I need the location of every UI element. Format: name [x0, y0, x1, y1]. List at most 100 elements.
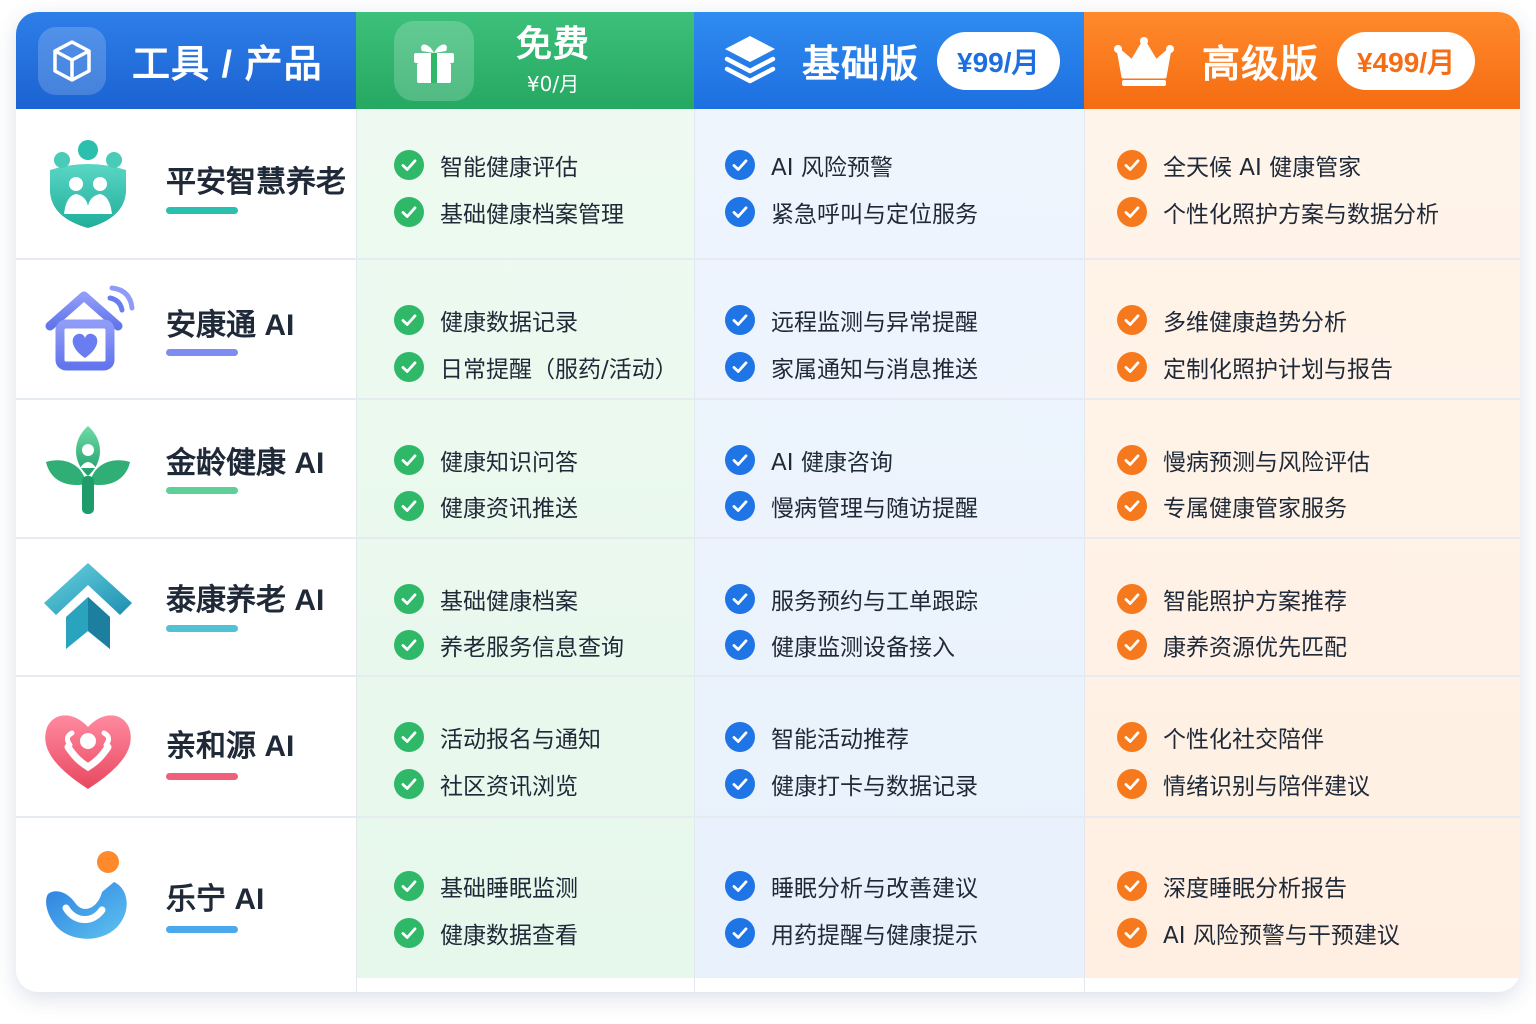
- check-icon: [725, 918, 755, 948]
- tool-name-underline: [166, 487, 238, 494]
- check-icon: [1117, 769, 1147, 799]
- tool-name: 泰康养老 AI: [166, 584, 325, 617]
- check-icon: [394, 918, 424, 948]
- check-icon: [394, 352, 424, 382]
- feature-text: 健康资讯推送: [440, 496, 578, 522]
- feature-text: 健康监测设备接入: [771, 635, 955, 661]
- tool-cell: 金龄健康 AI: [16, 400, 356, 537]
- check-icon: [394, 584, 424, 614]
- tool-name-underline: [166, 349, 238, 356]
- table-row: 安康通 AI 健康数据记录 日常提醒（服药/活动） 远程监测与异常提醒 家属通知…: [16, 260, 1520, 398]
- feature-text: 用药提醒与健康提示: [771, 923, 978, 949]
- free-plan-title: 免费: [516, 23, 591, 64]
- tool-cell: 亲和源 AI: [16, 677, 356, 816]
- feature-text: 活动报名与通知: [440, 727, 601, 753]
- feature-text: AI 风险预警与干预建议: [1163, 923, 1400, 949]
- check-icon: [394, 150, 424, 180]
- check-icon: [1117, 197, 1147, 227]
- check-icon: [394, 871, 424, 901]
- check-icon: [725, 722, 755, 752]
- feature-text: 健康知识问答: [440, 450, 578, 476]
- tool-name-underline: [166, 207, 238, 214]
- feature-text: 康养资源优先匹配: [1163, 635, 1347, 661]
- check-icon: [394, 305, 424, 335]
- check-icon: [1117, 722, 1147, 752]
- check-icon: [725, 352, 755, 382]
- heart-hands-icon: [40, 701, 136, 797]
- table-row: 亲和源 AI 活动报名与通知 社区资讯浏览 智能活动推荐 健康打卡与数据记录 个…: [16, 677, 1520, 816]
- check-icon: [394, 769, 424, 799]
- cube-icon: [38, 26, 106, 95]
- check-icon: [725, 305, 755, 335]
- pro-plan-price: ¥499/月: [1337, 31, 1476, 90]
- feature-text: 个性化照护方案与数据分析: [1163, 202, 1439, 228]
- feature-text: AI 健康咨询: [771, 450, 893, 476]
- header-tool-column: 工具 / 产品: [16, 12, 356, 109]
- feature-text: 基础健康档案: [440, 589, 578, 615]
- check-icon: [725, 584, 755, 614]
- check-icon: [725, 630, 755, 660]
- check-icon: [725, 197, 755, 227]
- tool-name: 金龄健康 AI: [166, 447, 325, 480]
- feature-text: 基础健康档案管理: [440, 202, 624, 228]
- sprout-person-icon: [40, 422, 136, 518]
- smart-home-heart-icon: [40, 282, 136, 378]
- check-icon: [725, 445, 755, 475]
- feature-text: 智能活动推荐: [771, 727, 909, 753]
- tool-cell: 乐宁 AI: [16, 818, 356, 980]
- feature-text: 健康打卡与数据记录: [771, 774, 978, 800]
- tool-name: 乐宁 AI: [166, 883, 265, 916]
- check-icon: [1117, 584, 1147, 614]
- check-icon: [725, 769, 755, 799]
- free-title-wrap: 免费 ¥0/月: [516, 24, 590, 97]
- tool-name: 亲和源 AI: [166, 730, 295, 763]
- feature-text: 紧急呼叫与定位服务: [771, 202, 978, 228]
- feature-text: 日常提醒（服药/活动）: [440, 357, 678, 383]
- check-icon: [1117, 305, 1147, 335]
- check-icon: [1117, 491, 1147, 521]
- header-basic-plan: 基础版 ¥99/月: [694, 12, 1084, 109]
- feature-text: 定制化照护计划与报告: [1163, 357, 1393, 383]
- crown-icon: [1110, 27, 1178, 95]
- check-icon: [394, 197, 424, 227]
- feature-text: 基础睡眠监测: [440, 876, 578, 902]
- tool-cell: 平安智慧养老: [16, 109, 356, 258]
- pro-plan-title: 高级版: [1202, 44, 1320, 86]
- feature-text: AI 风险预警: [771, 155, 893, 181]
- basic-plan-title: 基础版: [802, 44, 920, 86]
- feature-text: 个性化社交陪伴: [1163, 727, 1324, 753]
- feature-text: 深度睡眠分析报告: [1163, 876, 1347, 902]
- check-icon: [394, 445, 424, 475]
- table-row: 泰康养老 AI 基础健康档案 养老服务信息查询 服务预约与工单跟踪 健康监测设备…: [16, 539, 1520, 675]
- check-icon: [1117, 150, 1147, 180]
- gift-icon: [394, 20, 474, 101]
- tool-cell: 泰康养老 AI: [16, 539, 356, 675]
- feature-text: 全天候 AI 健康管家: [1163, 155, 1362, 181]
- check-icon: [725, 491, 755, 521]
- check-icon: [1117, 871, 1147, 901]
- person-wave-icon: [40, 848, 136, 944]
- feature-text: 健康数据查看: [440, 923, 578, 949]
- feature-text: 睡眠分析与改善建议: [771, 876, 978, 902]
- check-icon: [1117, 445, 1147, 475]
- family-shield-icon: [40, 136, 136, 232]
- check-icon: [725, 871, 755, 901]
- feature-text: 健康数据记录: [440, 310, 578, 336]
- feature-text: 慢病管理与随访提醒: [771, 496, 978, 522]
- check-icon: [394, 491, 424, 521]
- tool-name-underline: [166, 773, 238, 780]
- feature-text: 社区资讯浏览: [440, 774, 578, 800]
- tool-name-underline: [166, 625, 238, 632]
- feature-text: 情绪识别与陪伴建议: [1163, 774, 1370, 800]
- feature-text: 慢病预测与风险评估: [1163, 450, 1370, 476]
- check-icon: [394, 630, 424, 660]
- check-icon: [1117, 630, 1147, 660]
- check-icon: [394, 722, 424, 752]
- pricing-comparison-table: 工具 / 产品 免费 ¥0/月 基础版 ¥99/月 高级版 ¥499/月 平安智…: [16, 12, 1520, 992]
- feature-text: 智能健康评估: [440, 155, 578, 181]
- basic-plan-price: ¥99/月: [937, 31, 1060, 90]
- check-icon: [1117, 352, 1147, 382]
- feature-text: 家属通知与消息推送: [771, 357, 978, 383]
- feature-text: 服务预约与工单跟踪: [771, 589, 978, 615]
- header-free-plan: 免费 ¥0/月: [356, 12, 694, 109]
